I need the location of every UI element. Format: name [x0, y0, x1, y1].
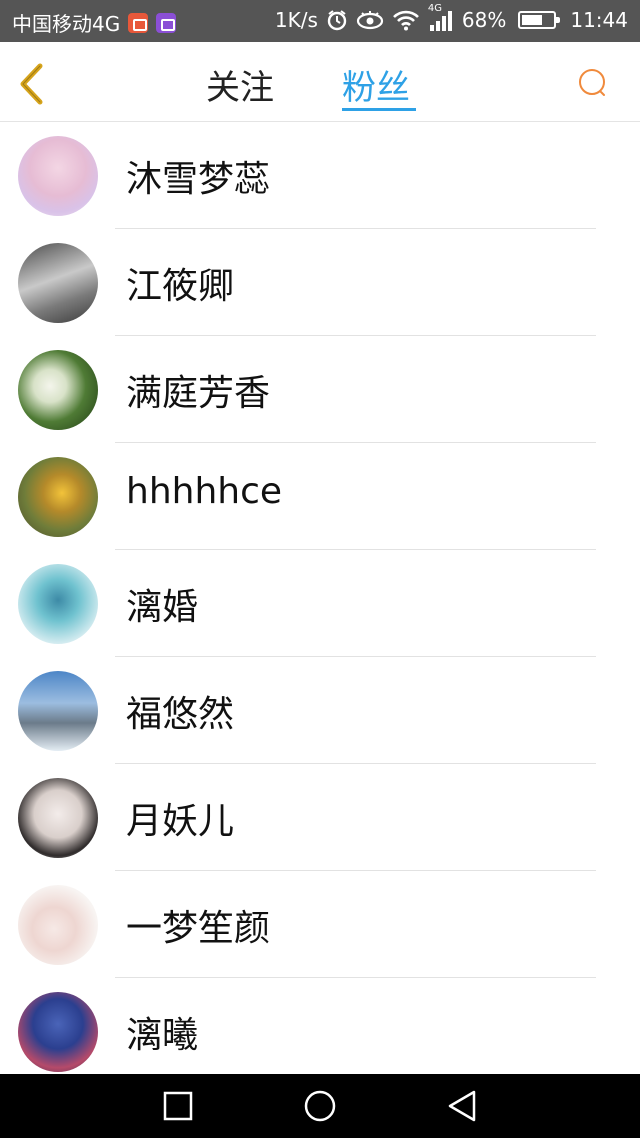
list-item[interactable]: 月妖儿 [0, 764, 640, 871]
avatar[interactable] [18, 778, 98, 858]
fans-list: 沐雪梦蕊 江筱卿 满庭芳香 hhhhhce 漓婚 福悠然 月妖儿 一梦笙颜 漓曦 [0, 122, 640, 1085]
user-name: 福悠然 [126, 694, 235, 735]
user-name: 沐雪梦蕊 [126, 159, 271, 200]
user-name: 月妖儿 [126, 801, 235, 842]
list-item[interactable]: hhhhhce [0, 443, 640, 550]
user-name: 漓婚 [126, 587, 199, 628]
list-item[interactable]: 沐雪梦蕊 [0, 122, 640, 229]
tab-fans[interactable]: 粉丝 [342, 60, 410, 109]
back-icon [448, 1090, 476, 1122]
network-type-label: 4G [427, 3, 443, 14]
home-icon [304, 1090, 336, 1122]
nav-back-button[interactable] [444, 1088, 480, 1124]
status-left: 中国移动4G [12, 8, 177, 37]
list-item[interactable]: 漓曦 [0, 978, 640, 1085]
list-item[interactable]: 满庭芳香 [0, 336, 640, 443]
list-item[interactable]: 福悠然 [0, 657, 640, 764]
avatar[interactable] [18, 885, 98, 965]
user-name: 一梦笙颜 [126, 908, 271, 949]
notification-app-icon [128, 12, 149, 33]
search-icon [579, 69, 605, 96]
battery-level-fill [522, 15, 543, 25]
signal-icon: 4G [428, 3, 454, 31]
system-nav-bar [0, 1074, 640, 1138]
notification-gallery-icon [156, 12, 177, 33]
list-item[interactable]: 江筱卿 [0, 229, 640, 336]
net-speed-label: 1K/s [274, 8, 318, 32]
wifi-icon [392, 9, 420, 31]
user-name: 漓曦 [126, 1015, 199, 1056]
eye-comfort-icon [356, 10, 384, 30]
avatar[interactable] [18, 243, 98, 323]
list-item[interactable]: 漓婚 [0, 550, 640, 657]
user-name: hhhhhce [126, 471, 283, 512]
alarm-icon [326, 9, 348, 31]
avatar[interactable] [18, 136, 98, 216]
user-name: 江筱卿 [126, 266, 235, 307]
status-right: 1K/s 4G 68% 11:44 [274, 3, 628, 32]
tab-following[interactable]: 关注 [206, 60, 274, 109]
avatar[interactable] [18, 350, 98, 430]
battery-icon [518, 11, 561, 29]
status-bar: 中国移动4G 1K/s 4G 68% 11:44 [0, 0, 640, 42]
app-header: 关注 粉丝 [0, 42, 640, 122]
avatar[interactable] [18, 564, 98, 644]
recent-apps-button[interactable] [160, 1088, 196, 1124]
recent-apps-icon [163, 1091, 193, 1121]
screen: 中国移动4G 1K/s 4G 68% 11:44 关注 粉丝 沐雪梦蕊 江筱卿 … [0, 0, 640, 1138]
avatar[interactable] [18, 992, 98, 1072]
user-name: 满庭芳香 [126, 373, 271, 414]
home-button[interactable] [302, 1088, 338, 1124]
tab-bar: 关注 粉丝 [0, 42, 640, 122]
search-button[interactable] [576, 66, 610, 100]
active-tab-indicator [342, 108, 416, 111]
list-item[interactable]: 一梦笙颜 [0, 871, 640, 978]
clock-label: 11:44 [570, 8, 628, 32]
carrier-label: 中国移动4G [12, 12, 121, 36]
battery-percent-label: 68% [461, 8, 507, 32]
avatar[interactable] [18, 457, 98, 537]
avatar[interactable] [18, 671, 98, 751]
